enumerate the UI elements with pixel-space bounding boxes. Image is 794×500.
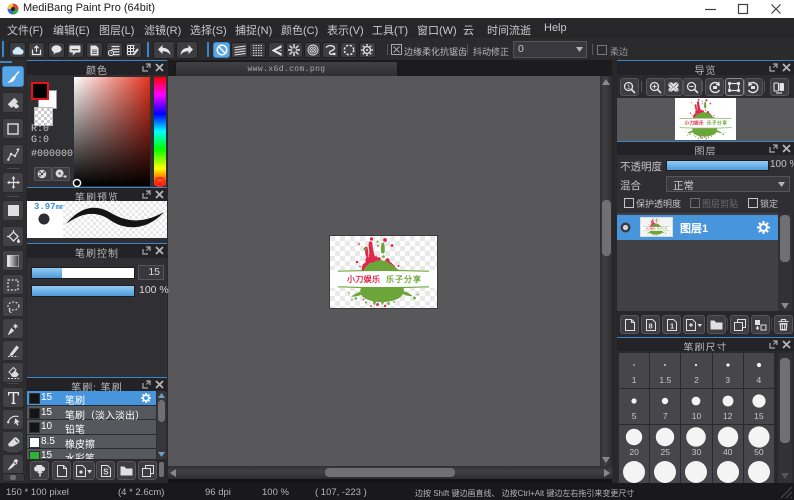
svg-text:乐子分享: 乐子分享 [707,120,727,127]
svg-text:小刀娱乐: 小刀娱乐 [685,120,704,127]
svg-text:8: 8 [648,321,652,330]
svg-text:小刀娱乐: 小刀娱乐 [346,274,380,284]
svg-text:1: 1 [627,84,631,91]
svg-text:S: S [103,467,109,476]
svg-text:1: 1 [670,321,674,330]
svg-text:乐子分享: 乐子分享 [386,274,421,284]
